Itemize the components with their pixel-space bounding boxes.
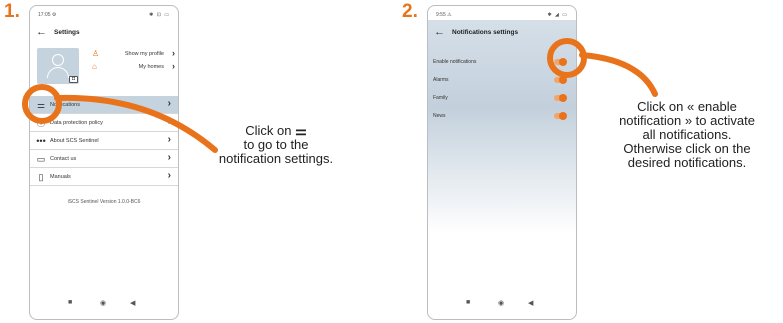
instruction-step-1: Click on ⚌ to go to the notification set… (196, 124, 356, 166)
highlight-circle-1 (22, 84, 62, 124)
instruction-2-line-b: notification » to activate (619, 113, 755, 128)
instruction-1-line-a: Click on (245, 123, 292, 138)
instruction-1-line-b: to go to the (243, 137, 309, 152)
callout-line-2 (579, 52, 658, 97)
highlight-circle-2 (547, 38, 587, 78)
instruction-2-line-d: Otherwise click on the (623, 141, 751, 156)
callout-line-1 (54, 94, 218, 153)
sliders-icon: ⚌ (295, 123, 307, 138)
instruction-2-line-c: all notifications. (642, 127, 732, 142)
instruction-2-line-a: Click on « enable (637, 99, 737, 114)
instruction-2-line-e: desired notifications. (627, 155, 747, 170)
instruction-step-2: Click on « enable notification » to acti… (592, 100, 782, 170)
instruction-1-line-c: notification settings. (218, 151, 334, 166)
